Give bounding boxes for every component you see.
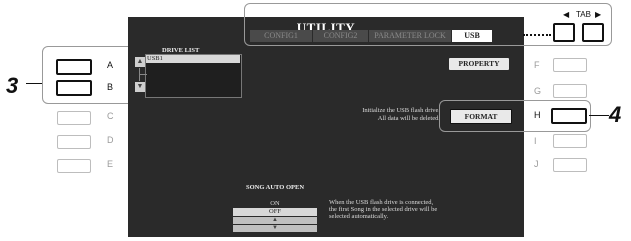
panel-label-h: H [534,110,541,120]
song-auto-open-header: SONG AUTO OPEN [245,184,305,191]
tab-label: TAB [576,10,591,19]
callout-step-3: 3 [6,73,19,98]
value-down-icon[interactable]: ▼ [233,225,317,232]
panel-label-d: D [107,135,114,145]
song-auto-open-off[interactable]: OFF [233,208,317,216]
callout-3-leader [26,83,42,84]
song-auto-open-on[interactable]: ON [233,200,317,208]
scroll-down-icon[interactable]: ▼ [135,82,145,92]
panel-button-d[interactable] [57,135,91,149]
panel-label-g: G [534,86,542,96]
value-up-icon[interactable]: ▲ [233,217,317,224]
callout-step-4: 4 [609,102,622,127]
scroll-track-tick [139,74,147,75]
panel-button-a[interactable] [56,59,92,75]
tab-left-button[interactable] [553,23,575,42]
panel-label-f: F [534,60,540,70]
panel-label-j: J [534,159,539,169]
scroll-up-icon[interactable]: ▲ [135,57,145,67]
panel-button-c[interactable] [57,111,91,125]
property-button[interactable]: PROPERTY [449,58,509,70]
panel-button-j[interactable] [553,158,587,172]
tab-right-arrow-icon: ▶ [595,10,602,19]
panel-label-b: B [107,82,114,92]
panel-label-e: E [107,159,114,169]
song-auto-open-desc-line3: selected automatically. [329,213,389,220]
panel-button-h[interactable] [551,108,587,124]
panel-label-c: C [107,111,114,121]
tab-right-button[interactable] [582,23,604,42]
format-message-line2: All data will be deleted. [377,115,440,122]
format-message-line1: Initialize the USB flash drive. [362,107,440,114]
panel-button-f[interactable] [553,58,587,72]
panel-button-g[interactable] [553,84,587,98]
panel-label-a: A [107,60,114,70]
panel-label-i: I [534,136,537,146]
tab-left-arrow-icon: ◀ [563,10,570,19]
panel-button-i[interactable] [553,134,587,148]
drive-list-item-usb1[interactable]: USB1 [146,55,240,63]
callout-4-leader [589,115,609,116]
tab-button-dotted-leader [523,34,551,36]
panel-button-b[interactable] [56,80,92,96]
format-button[interactable]: FORMAT [450,109,512,124]
panel-button-e[interactable] [57,159,91,173]
